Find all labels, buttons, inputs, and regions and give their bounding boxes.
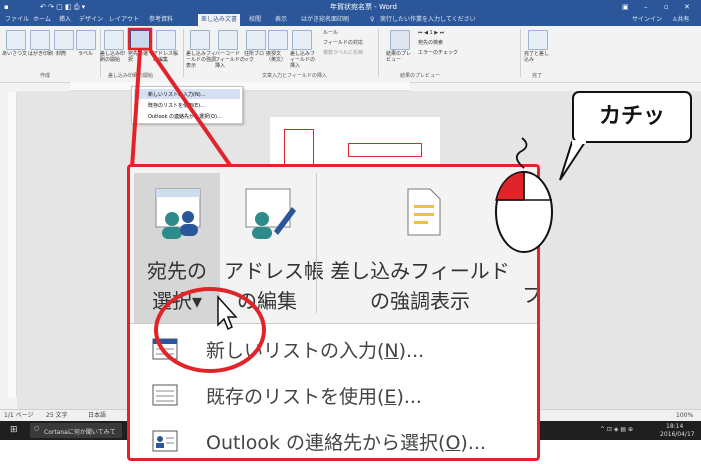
mouse-cable [515, 137, 528, 169]
click-highlight [154, 287, 266, 373]
bubble-tail [559, 141, 587, 181]
ribbon-button-highlight [127, 27, 153, 51]
connector-line-right [148, 48, 234, 170]
left-button-pressed [495, 171, 525, 201]
click-circle [154, 287, 266, 373]
mouse-pointer-icon [217, 295, 238, 331]
mouse-illustration [495, 137, 587, 253]
connector-line-left [130, 49, 142, 169]
zoom-inset: 宛先の 選択▾ アドレス帳 の編集 差し込みフィールド の強調表示 フ 新しいリ… [127, 164, 540, 461]
bubble-tail-cover [572, 140, 586, 144]
